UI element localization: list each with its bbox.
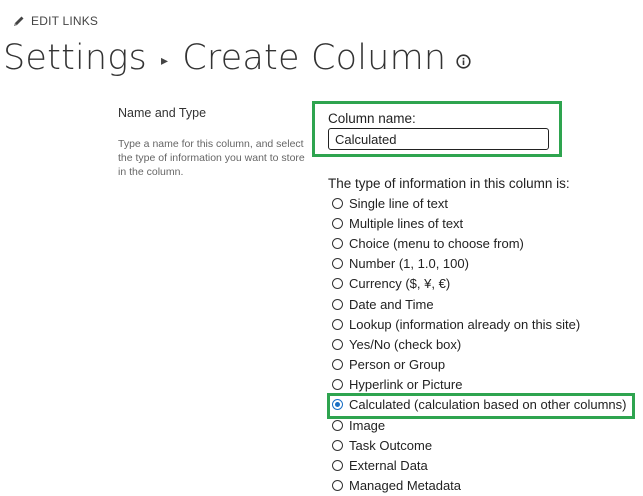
radio-button[interactable] <box>332 439 343 451</box>
type-option-number[interactable]: Number (1, 1.0, 100) <box>332 254 627 274</box>
radio-button[interactable] <box>332 338 343 350</box>
breadcrumb-settings[interactable]: Settings <box>3 38 147 78</box>
column-name-input[interactable] <box>328 128 549 150</box>
type-option-lookup[interactable]: Lookup (information already on this site… <box>332 314 627 334</box>
type-option-yes-no[interactable]: Yes/No (check box) <box>332 334 627 354</box>
type-option-hyperlink[interactable]: Hyperlink or Picture <box>332 375 627 395</box>
info-icon[interactable] <box>456 53 471 69</box>
radio-button[interactable] <box>332 258 343 270</box>
option-label: Managed Metadata <box>349 478 462 494</box>
radio-button[interactable] <box>332 237 343 249</box>
radio-button[interactable] <box>332 460 343 472</box>
option-label: Single line of text <box>349 195 449 211</box>
section-description: Type a name for this column, and select … <box>118 138 305 178</box>
radio-button[interactable] <box>332 298 343 310</box>
option-label: Task Outcome <box>349 437 433 453</box>
type-question-label: The type of information in this column i… <box>328 176 570 191</box>
page-header: Settings ▸ Create Column <box>3 36 471 80</box>
type-option-choice[interactable]: Choice (menu to choose from) <box>332 233 627 253</box>
type-option-managed-metadata[interactable]: Managed Metadata <box>332 476 627 496</box>
option-label: Multiple lines of text <box>349 215 464 231</box>
type-option-single-line[interactable]: Single line of text <box>332 193 627 213</box>
type-option-person-group[interactable]: Person or Group <box>332 355 627 375</box>
radio-button[interactable] <box>332 197 343 209</box>
radio-button[interactable] <box>332 278 343 290</box>
edit-links-link[interactable]: EDIT LINKS <box>13 14 98 28</box>
option-label: Yes/No (check box) <box>349 336 462 352</box>
option-label: External Data <box>349 458 428 474</box>
option-label: Lookup (information already on this site… <box>349 316 581 332</box>
column-name-label: Column name: <box>328 111 416 126</box>
chevron-right-icon: ▸ <box>160 53 169 69</box>
type-option-task-outcome[interactable]: Task Outcome <box>332 435 627 455</box>
section-title: Name and Type <box>118 106 207 120</box>
page-title: Create Column <box>182 38 447 78</box>
option-label: Date and Time <box>349 296 434 312</box>
type-option-external-data[interactable]: External Data <box>332 455 627 475</box>
option-label: Hyperlink or Picture <box>349 377 463 393</box>
pencil-icon <box>13 15 25 27</box>
option-label: Image <box>349 417 386 433</box>
type-option-currency[interactable]: Currency ($, ¥, €) <box>332 274 627 294</box>
edit-links-label: EDIT LINKS <box>31 14 99 28</box>
type-option-multiple-lines[interactable]: Multiple lines of text <box>332 213 627 233</box>
radio-button[interactable] <box>332 359 343 371</box>
radio-button[interactable] <box>332 379 343 391</box>
radio-button[interactable] <box>332 217 343 229</box>
option-label: Person or Group <box>349 357 446 373</box>
radio-button[interactable] <box>332 480 343 492</box>
type-option-date-time[interactable]: Date and Time <box>332 294 627 314</box>
column-type-radio-group: Single line of text Multiple lines of te… <box>332 193 627 496</box>
calculated-option-highlight <box>327 393 635 419</box>
option-label: Currency ($, ¥, €) <box>349 276 451 292</box>
radio-button[interactable] <box>332 419 343 431</box>
option-label: Number (1, 1.0, 100) <box>349 256 469 272</box>
radio-button[interactable] <box>332 318 343 330</box>
option-label: Choice (menu to choose from) <box>349 235 524 251</box>
